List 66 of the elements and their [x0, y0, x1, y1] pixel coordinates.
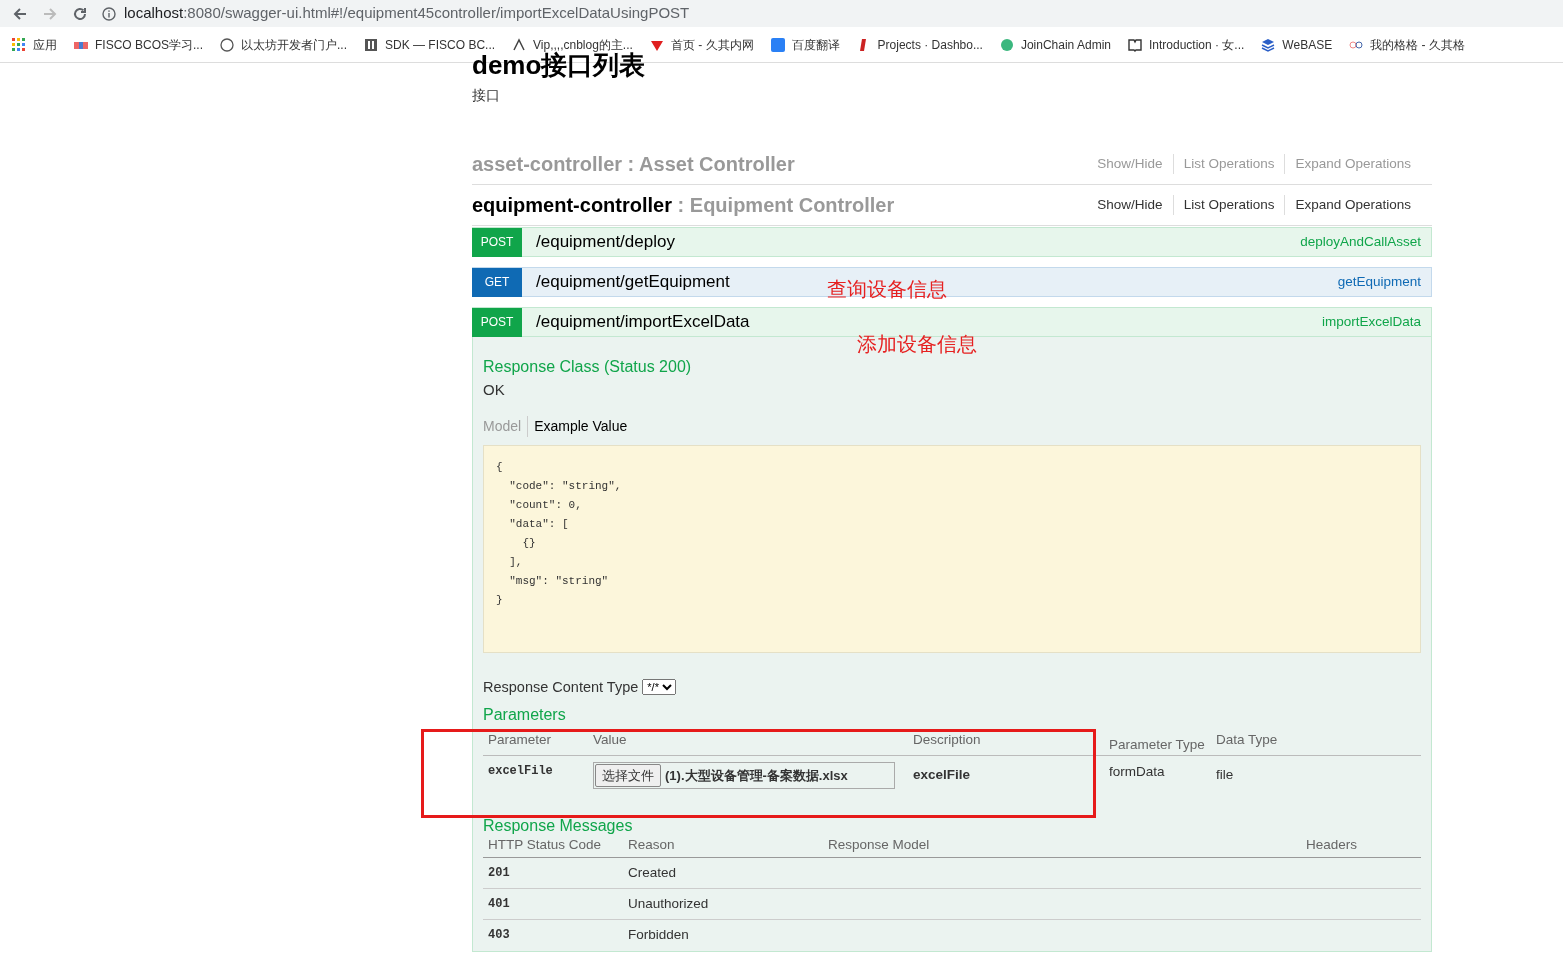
bookmark[interactable]: 我的格格 - 久其格: [1349, 35, 1465, 54]
parameter-name: excelFile: [483, 755, 588, 795]
column-header: Parameter Type: [1104, 726, 1211, 755]
bookmark-icon: [12, 37, 26, 52]
parameter-description: excelFile: [908, 755, 1104, 795]
status-code: 201: [483, 857, 623, 889]
reason-text: Unauthorized: [623, 888, 823, 920]
bookmark-icon: [512, 37, 527, 52]
response-class-value: OK: [483, 380, 506, 400]
column-header: Data Type: [1211, 726, 1421, 755]
controller-link[interactable]: Expand Operations: [1284, 194, 1421, 216]
back-icon[interactable]: [12, 5, 28, 22]
controller-title[interactable]: equipment-controller : Equipment Controller: [472, 190, 895, 220]
bookmark[interactable]: 以太坊开发者门户...: [220, 35, 348, 54]
bookmark-icon: [1261, 37, 1276, 52]
example-json: { "code": "string", "count": 0, "data": [ {} ], "msg": "string" }: [483, 444, 1421, 653]
bookmark[interactable]: Projects · Dashbo...: [856, 35, 983, 54]
section-title: Response Class (Status 200): [483, 357, 693, 377]
method-badge: POST: [472, 307, 522, 337]
operation-path: /equipment/getEquipment: [535, 271, 730, 294]
status-code: 401: [483, 888, 623, 920]
column-header: HTTP Status Code: [483, 834, 623, 857]
bookmark[interactable]: 百度翻译: [770, 35, 840, 54]
bookmark[interactable]: 首页 - 久其内网: [649, 35, 754, 54]
bookmark[interactable]: 应用: [12, 35, 57, 54]
column-header: Value: [588, 726, 908, 755]
reload-icon[interactable]: [72, 5, 88, 22]
model-tab[interactable]: Example Value: [527, 415, 628, 437]
operation-bar[interactable]: GET /equipment/getEquipment 查询设备信息 getEquipment: [472, 267, 1432, 297]
column-header: Description: [908, 726, 1104, 755]
column-header: Headers: [1301, 834, 1421, 857]
operation-path: /equipment/importExcelData: [535, 311, 750, 334]
operation-link[interactable]: getEquipment: [1337, 271, 1421, 293]
info-icon: [102, 6, 116, 21]
controller-link[interactable]: List Operations: [1172, 194, 1285, 216]
content-type-select[interactable]: */*: [642, 679, 677, 696]
bookmark[interactable]: FISCO BCOS学习...: [74, 35, 203, 54]
controller-link[interactable]: Show/Hide: [1087, 194, 1173, 216]
page-description: 接口: [472, 86, 501, 105]
url-text: localhost:8080/swagger-ui.html#!/equipment45controller/importExcelDataUsingPOST: [124, 3, 690, 24]
column-header: Parameter: [483, 726, 588, 755]
column-header: Response Model: [823, 834, 1301, 857]
operation-path: /equipment/deploy: [535, 231, 675, 254]
status-code: 403: [483, 919, 623, 951]
column-header: Reason: [623, 834, 823, 857]
file-input[interactable]: 选择文件 (1).大型设备管理-备案数据.xlsx: [593, 761, 895, 789]
operation-bar[interactable]: POST /equipment/deploy deployAndCallAsset: [472, 227, 1432, 257]
bookmark[interactable]: JoinChain Admin: [999, 35, 1111, 54]
method-badge: GET: [472, 267, 522, 297]
method-badge: POST: [472, 227, 522, 257]
page-title: demo接口列表: [472, 51, 647, 79]
bookmark[interactable]: Introduction · 女...: [1128, 35, 1245, 54]
bookmark-icon: [770, 37, 785, 52]
bookmark-icon: [220, 37, 234, 52]
bookmark[interactable]: WeBASE: [1261, 35, 1333, 54]
bookmark-icon: [999, 37, 1014, 52]
parameter-type: formData: [1104, 755, 1211, 795]
section-title: Parameters: [483, 706, 567, 719]
reason-text: Created: [623, 857, 823, 889]
reason-text: Forbidden: [623, 919, 823, 951]
field-label: Response Content Type: [483, 677, 639, 697]
bookmark-icon: [1128, 37, 1142, 52]
bookmark-icon: [364, 37, 379, 52]
data-type: file: [1211, 755, 1421, 795]
bookmark[interactable]: SDK — FISCO BC...: [364, 35, 496, 54]
section-title: Response Messages: [483, 818, 634, 835]
